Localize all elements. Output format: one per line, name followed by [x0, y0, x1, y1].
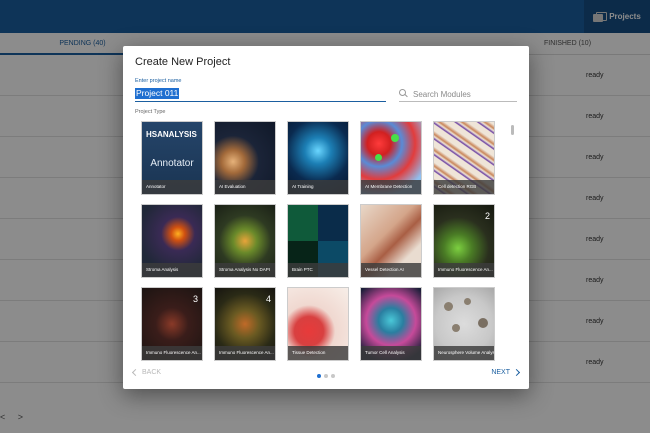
- project-name-selected-text: Project 011: [135, 88, 180, 99]
- page-indicator: [317, 374, 335, 378]
- module-label: Stroma Analysis No DAPI: [215, 263, 275, 277]
- annotator-word: Annotator: [150, 158, 194, 169]
- module-tile-annotator[interactable]: HSANALYSIS Annotator Annotator: [141, 121, 203, 195]
- module-tile-neurosphere-volume[interactable]: Neurosphere Volume Analysis: [433, 287, 495, 361]
- project-type-label: Project Type: [135, 109, 166, 115]
- module-tile-vessel-detection[interactable]: Vessel Detection AI: [360, 204, 422, 278]
- dialog-title: Create New Project: [135, 56, 231, 68]
- module-label: Immuno Fluorescence An...: [215, 346, 275, 360]
- chevron-right-icon: [512, 368, 521, 377]
- next-button-label: NEXT: [491, 369, 510, 376]
- module-label: Tumor Cell Analysis: [361, 346, 421, 360]
- project-type-grid: HSANALYSIS Annotator Annotator AI Evalua…: [141, 121, 506, 361]
- module-tile-membrane-detection[interactable]: AI Membrane Detection: [360, 121, 422, 195]
- page-dot[interactable]: [317, 374, 321, 378]
- module-tile-tumor-cell-analysis[interactable]: Tumor Cell Analysis: [360, 287, 422, 361]
- module-tile-immuno-fluorescence-4[interactable]: 4 Immuno Fluorescence An...: [214, 287, 276, 361]
- module-badge: 4: [265, 294, 271, 304]
- module-tile-ai-training[interactable]: AI Training: [287, 121, 349, 195]
- module-tile-stroma-no-dapi[interactable]: Stroma Analysis No DAPI: [214, 204, 276, 278]
- module-tile-immuno-fluorescence-2[interactable]: 2 Immuno Fluorescence An...: [433, 204, 495, 278]
- module-label: Immuno Fluorescence An...: [142, 346, 202, 360]
- module-tile-immuno-fluorescence-3[interactable]: 3 Immuno Fluorescence An...: [141, 287, 203, 361]
- module-tile-ai-evaluation[interactable]: AI Evaluation: [214, 121, 276, 195]
- module-badge: 2: [484, 211, 490, 221]
- module-tile-stroma-analysis[interactable]: Stroma Analysis: [141, 204, 203, 278]
- module-label: Immuno Fluorescence An...: [434, 263, 494, 277]
- create-project-dialog: Create New Project Enter project name Pr…: [123, 46, 529, 389]
- module-label: AI Evaluation: [215, 180, 275, 194]
- module-label: Brain PTC: [288, 263, 348, 277]
- page-dot[interactable]: [324, 374, 328, 378]
- module-tile-brain-ptc[interactable]: Brain PTC: [287, 204, 349, 278]
- grid-scrollbar[interactable]: [511, 125, 514, 135]
- module-label: AI Membrane Detection: [361, 180, 421, 194]
- page-dot[interactable]: [331, 374, 335, 378]
- module-badge: 3: [192, 294, 198, 304]
- back-button[interactable]: BACK: [131, 368, 162, 377]
- hsanalysis-logo: HSANALYSIS: [146, 130, 197, 139]
- module-tile-tissue-detection[interactable]: Tissue Detection: [287, 287, 349, 361]
- module-label: Annotator: [142, 180, 202, 194]
- module-label: AI Training: [288, 180, 348, 194]
- module-label: Neurosphere Volume Analysis: [434, 346, 494, 360]
- module-search: [399, 86, 517, 102]
- back-button-label: BACK: [142, 369, 162, 376]
- chevron-left-icon: [131, 368, 140, 377]
- search-modules-input[interactable]: [413, 88, 513, 100]
- next-button[interactable]: NEXT: [491, 368, 521, 377]
- module-tile-cell-detection[interactable]: Cell detection RGB: [433, 121, 495, 195]
- project-name-label: Enter project name: [135, 78, 182, 84]
- module-label: Tissue Detection: [288, 346, 348, 360]
- module-label: Stroma Analysis: [142, 263, 202, 277]
- module-label: Cell detection RGB: [434, 180, 494, 194]
- module-label: Vessel Detection AI: [361, 263, 421, 277]
- search-icon: [399, 89, 408, 98]
